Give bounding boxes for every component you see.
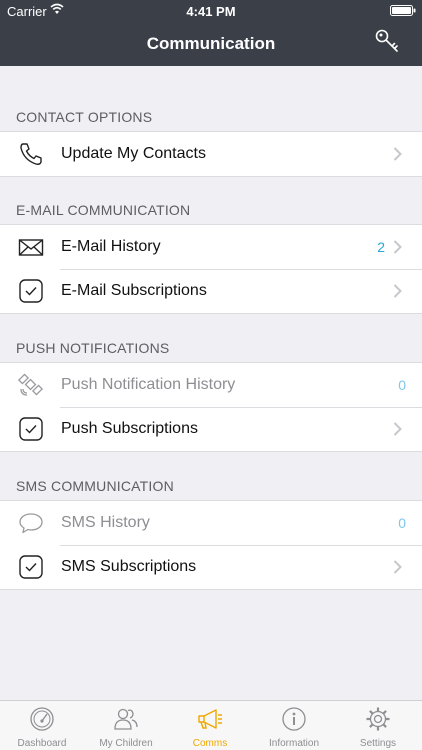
tab-label: Comms — [192, 738, 228, 749]
people-icon — [114, 708, 138, 730]
row-label: E-Mail History — [61, 238, 161, 255]
clock: 4:41 PM — [186, 4, 236, 19]
sms-group: SMS History 0 SMS Subscriptions — [0, 500, 422, 590]
email-group: E-Mail History 2 E-Mail Subscriptions — [0, 224, 422, 314]
row-label: Push Notification History — [61, 376, 236, 393]
key-icon[interactable] — [374, 28, 400, 54]
sms-history-row[interactable]: SMS History 0 — [0, 501, 422, 545]
tab-dashboard[interactable]: Dashboard — [0, 701, 84, 750]
navigation-bar: Carrier 4:41 PM Communication — [0, 0, 422, 66]
email-subscriptions-row[interactable]: E-Mail Subscriptions — [0, 269, 422, 313]
gear-icon — [366, 707, 390, 731]
envelope-icon — [18, 239, 44, 256]
section-header-push: PUSH NOTIFICATIONS — [16, 340, 170, 356]
tab-label: Information — [268, 738, 320, 749]
push-subscriptions-row[interactable]: Push Subscriptions — [0, 407, 422, 451]
status-bar: Carrier 4:41 PM — [0, 0, 422, 22]
tab-settings[interactable]: Settings — [336, 701, 420, 750]
checkbox-icon — [19, 555, 43, 579]
page-title: Communication — [146, 34, 276, 53]
speech-bubble-icon — [19, 513, 43, 534]
count-badge: 0 — [398, 515, 406, 531]
section-header-email: E-MAIL COMMUNICATION — [16, 202, 191, 218]
update-my-contacts-row[interactable]: Update My Contacts — [0, 132, 422, 176]
tab-label: My Children — [99, 738, 153, 749]
count-badge: 2 — [377, 239, 385, 255]
megaphone-icon — [198, 709, 222, 729]
row-label: SMS Subscriptions — [61, 558, 197, 575]
chevron-right-icon — [393, 240, 402, 254]
chevron-right-icon — [393, 284, 402, 298]
chevron-right-icon — [393, 560, 402, 574]
tab-my-children[interactable]: My Children — [84, 701, 168, 750]
email-history-row[interactable]: E-Mail History 2 — [0, 225, 422, 269]
info-icon — [282, 707, 306, 731]
row-label: Push Subscriptions — [61, 420, 198, 437]
checkbox-icon — [19, 279, 43, 303]
tab-bar: Dashboard My Children Comms Information — [0, 700, 422, 750]
tab-information[interactable]: Information — [252, 701, 336, 750]
row-label: E-Mail Subscriptions — [61, 282, 207, 299]
checkbox-icon — [19, 417, 43, 441]
satellite-icon — [18, 373, 44, 396]
row-label: Update My Contacts — [61, 145, 206, 162]
tab-comms[interactable]: Comms — [168, 701, 252, 750]
push-notification-history-row[interactable]: Push Notification History 0 — [0, 363, 422, 407]
chevron-right-icon — [393, 147, 402, 161]
section-header-sms: SMS COMMUNICATION — [16, 478, 174, 494]
row-label: SMS History — [61, 514, 150, 531]
phone-icon — [20, 143, 42, 165]
tab-label: Dashboard — [17, 738, 67, 749]
contact-options-group: Update My Contacts — [0, 131, 422, 177]
section-header-contact-options: CONTACT OPTIONS — [16, 109, 153, 125]
sms-subscriptions-row[interactable]: SMS Subscriptions — [0, 545, 422, 589]
speedometer-icon — [30, 707, 54, 731]
battery-icon — [390, 5, 416, 16]
chevron-right-icon — [393, 422, 402, 436]
push-group: Push Notification History 0 Push Subscri… — [0, 362, 422, 452]
count-badge: 0 — [398, 377, 406, 393]
tab-label: Settings — [359, 738, 397, 749]
